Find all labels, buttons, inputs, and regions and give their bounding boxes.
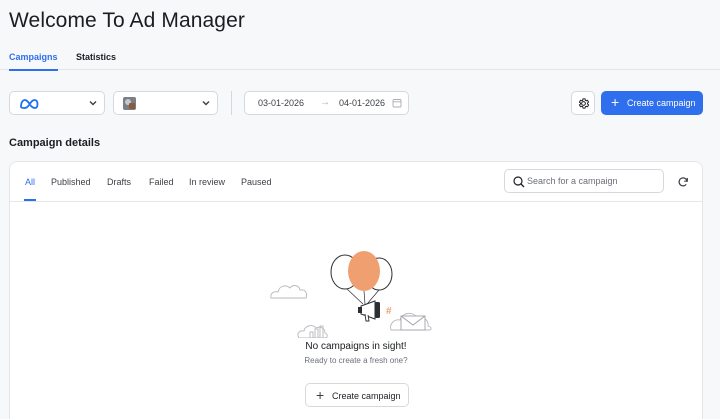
account-avatar	[123, 97, 136, 110]
tab-paused[interactable]: Paused	[241, 177, 272, 187]
meta-logo-icon	[20, 99, 39, 109]
settings-button[interactable]	[571, 91, 595, 115]
search-icon	[513, 176, 525, 188]
filter-tabs: All Published Drafts Failed In review Pa…	[10, 162, 702, 202]
top-tabs: Campaigns Statistics	[0, 48, 720, 71]
chevron-down-icon	[202, 101, 210, 106]
tab-statistics[interactable]: Statistics	[76, 52, 116, 62]
cloud-left	[270, 285, 308, 299]
platform-dropdown[interactable]	[9, 91, 105, 115]
campaign-card: All Published Drafts Failed In review Pa…	[9, 161, 703, 419]
tab-drafts[interactable]: Drafts	[107, 177, 131, 187]
refresh-icon[interactable]	[677, 176, 689, 188]
empty-create-campaign-button[interactable]: + Create campaign	[305, 383, 409, 407]
tab-all[interactable]: All	[23, 177, 37, 201]
tab-published[interactable]: Published	[51, 177, 91, 187]
empty-state-subtitle: Ready to create a fresh one?	[304, 356, 408, 365]
empty-create-campaign-label: Create campaign	[332, 391, 401, 401]
tab-in-review[interactable]: In review	[189, 177, 225, 187]
account-dropdown[interactable]	[113, 91, 218, 115]
create-campaign-button[interactable]: + Create campaign	[601, 91, 703, 115]
hash-symbol: #	[386, 306, 392, 317]
date-range-picker[interactable]: 03-01-2026 → 04-01-2026	[244, 91, 409, 115]
balloon-center	[348, 251, 380, 291]
start-date[interactable]: 03-01-2026	[258, 98, 304, 108]
arrow-right-icon: →	[320, 97, 330, 108]
toolbar-divider	[231, 91, 232, 115]
envelope-icon	[400, 315, 426, 331]
plus-icon: +	[611, 94, 620, 110]
calendar-icon[interactable]	[392, 98, 402, 108]
plus-icon: +	[316, 387, 325, 403]
tab-failed[interactable]: Failed	[149, 177, 174, 187]
megaphone-icon	[358, 300, 380, 322]
tab-campaigns[interactable]: Campaigns	[9, 52, 58, 71]
search-input[interactable]	[527, 174, 657, 188]
page-title: Welcome To Ad Manager	[9, 9, 245, 32]
gear-icon	[578, 98, 590, 109]
end-date[interactable]: 04-01-2026	[339, 98, 385, 108]
empty-state-title: No campaigns in sight!	[305, 341, 407, 352]
section-title: Campaign details	[9, 137, 101, 149]
create-campaign-label: Create campaign	[627, 98, 696, 108]
search-box[interactable]	[504, 169, 664, 193]
empty-state-illustration: #	[270, 251, 432, 338]
chevron-down-icon	[89, 101, 97, 106]
